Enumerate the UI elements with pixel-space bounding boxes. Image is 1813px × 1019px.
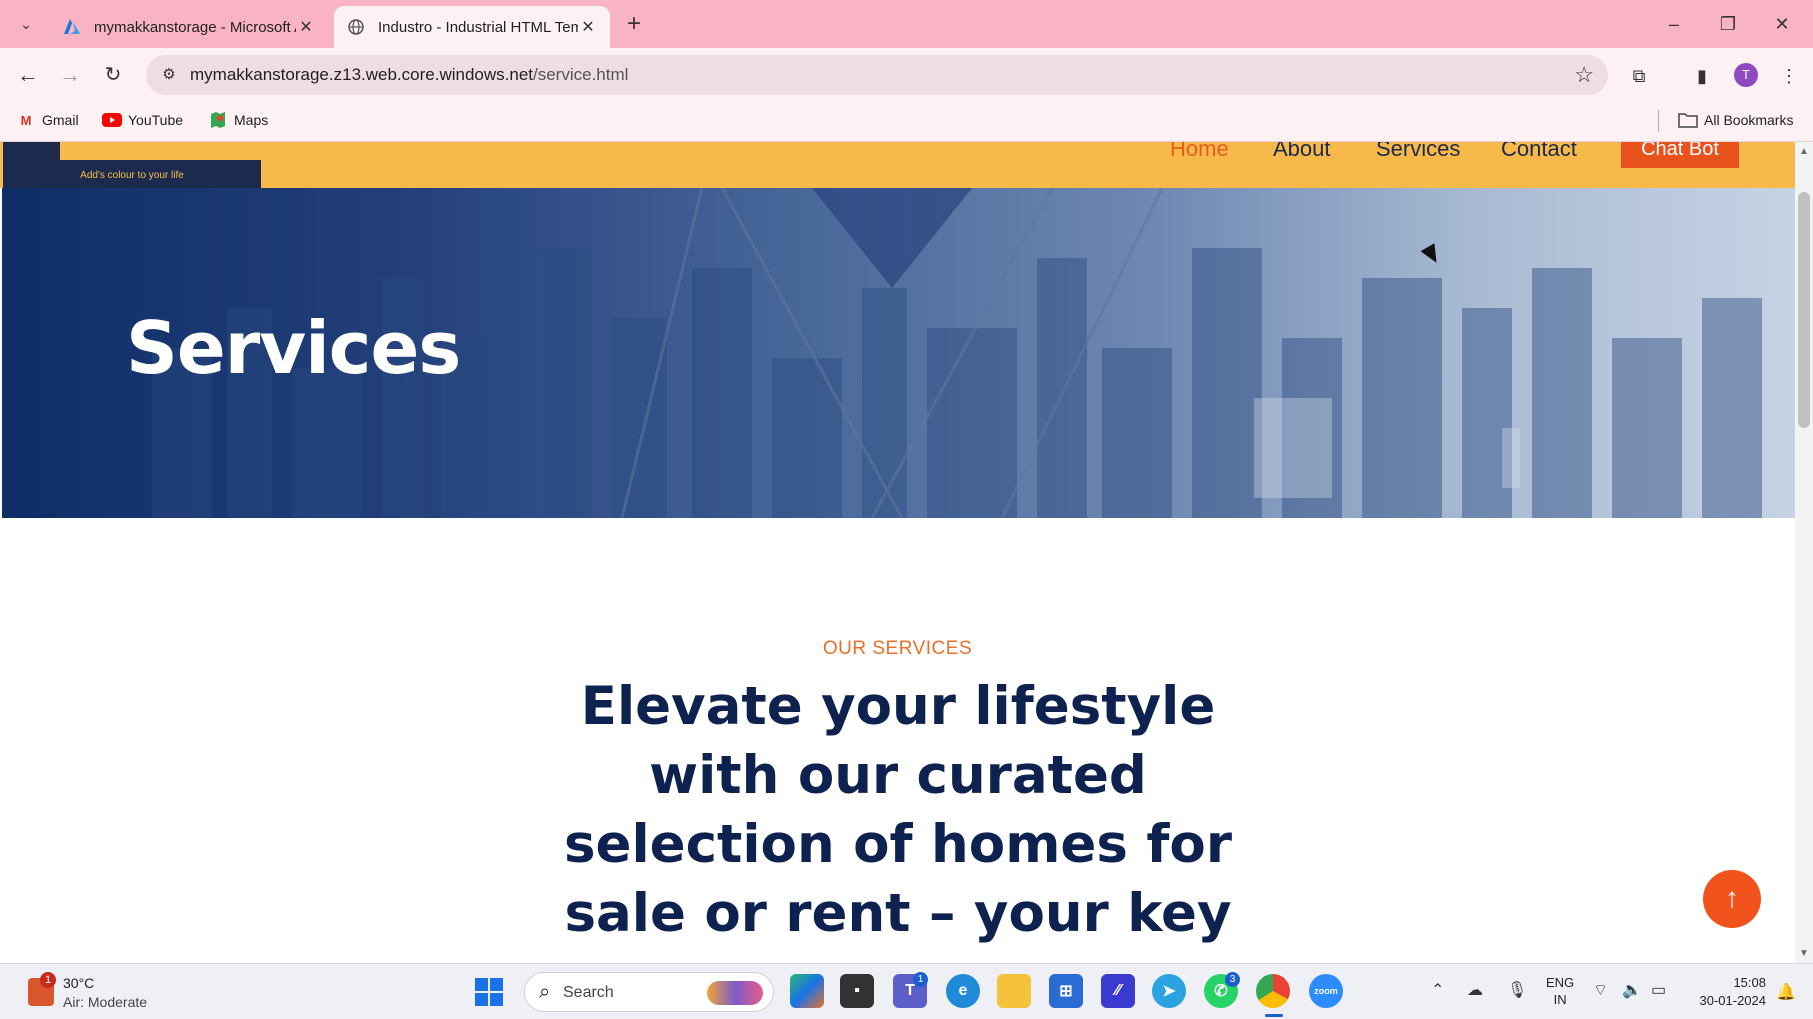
teams-badge: 1	[913, 972, 928, 987]
close-window-icon[interactable]: ✕	[1762, 10, 1802, 38]
scroll-up-icon[interactable]: ▲	[1799, 146, 1809, 157]
volume-icon[interactable]: 🔈	[1622, 980, 1642, 1000]
chrome-active-indicator	[1265, 1014, 1283, 1017]
zoom-icon[interactable]: zoom	[1309, 974, 1343, 1008]
bookmarks-bar: M Gmail YouTube Maps All Bookmarks	[0, 102, 1813, 142]
notification-bell-icon[interactable]: 🔔	[1776, 982, 1796, 1002]
all-bookmarks-label: All Bookmarks	[1704, 112, 1794, 128]
scroll-down-icon[interactable]: ▼	[1799, 948, 1809, 959]
microphone-icon[interactable]: 🎙	[1507, 980, 1527, 1000]
page-viewport[interactable]: Add's colour to your life Home About Ser…	[0, 142, 1795, 963]
microsoft-store-icon[interactable]: ⊞	[1049, 974, 1083, 1008]
close-tab-icon[interactable]: ✕	[578, 17, 598, 37]
chrome-icon[interactable]	[1256, 974, 1290, 1008]
wifi-icon[interactable]: ⌔	[1593, 980, 1608, 1000]
chat-bot-button[interactable]: Chat Bot	[1621, 142, 1739, 168]
bookmark-label: Gmail	[42, 112, 79, 128]
browser-tab-bar: ⌄ mymakkanstorage - Microsoft A ✕ Indust…	[0, 0, 1813, 48]
bookmark-label: YouTube	[128, 112, 184, 128]
search-label: Search	[563, 984, 614, 1001]
site-settings-icon[interactable]: ⚙	[158, 65, 180, 85]
windows-taskbar: 1 30°C Air: Moderate ⌕ Search ▪ T 1 e ⊞ …	[0, 963, 1813, 1019]
url-text[interactable]: mymakkanstorage.z13.web.core.windows.net…	[190, 65, 628, 85]
back-to-top-button[interactable]: ↑	[1703, 870, 1761, 928]
weather-description[interactable]: Air: Moderate	[63, 994, 147, 1010]
page-scrollbar[interactable]: ▲ ▼	[1795, 142, 1813, 963]
url-path: /service.html	[533, 65, 629, 84]
vscode-like-icon[interactable]: ⁄⁄	[1101, 974, 1135, 1008]
nav-home[interactable]: Home	[1170, 142, 1229, 162]
tab-industro[interactable]: Industro - Industrial HTML Tem ✕	[334, 6, 610, 48]
all-bookmarks[interactable]: All Bookmarks	[1678, 112, 1793, 128]
telegram-icon[interactable]: ➤	[1152, 974, 1186, 1008]
section-headline: Elevate your lifestyle with our curated …	[564, 676, 1232, 963]
site-header: Add's colour to your life Home About Ser…	[0, 142, 1795, 188]
menu-kebab-icon[interactable]: ⋮	[1775, 62, 1803, 90]
gmail-icon: M	[20, 112, 32, 128]
logo-top-strip	[60, 142, 261, 160]
search-highlight-icon	[707, 981, 763, 1005]
extensions-icon[interactable]: ⧉	[1625, 62, 1653, 90]
section-eyebrow: OUR SERVICES	[822, 638, 973, 659]
tab-title: Industro - Industrial HTML Tem	[378, 18, 578, 36]
system-clock[interactable]: 15:08 30-01-2024	[1686, 974, 1767, 1010]
tab-search-chevron-icon[interactable]: ⌄	[10, 10, 42, 38]
browser-toolbar: ← → ↻ ⚙ mymakkanstorage.z13.web.core.win…	[0, 48, 1813, 102]
azure-icon	[62, 17, 82, 37]
nav-contact[interactable]: Contact	[1501, 142, 1577, 162]
side-panel-icon[interactable]: ▮	[1688, 62, 1716, 90]
maps-icon	[208, 112, 228, 128]
bookmark-youtube[interactable]: YouTube	[102, 112, 183, 128]
scroll-thumb[interactable]	[1798, 192, 1810, 428]
nav-services[interactable]: Services	[1376, 142, 1460, 162]
forward-arrow-icon[interactable]: →	[54, 60, 86, 90]
back-arrow-icon[interactable]: ←	[12, 60, 44, 90]
bookmark-label: Maps	[234, 112, 269, 128]
folder-icon	[1678, 112, 1698, 128]
file-explorer-icon[interactable]	[997, 974, 1031, 1008]
windows-start-icon[interactable]	[475, 978, 503, 1006]
tab-title: mymakkanstorage - Microsoft A	[94, 18, 296, 36]
hero-banner: Services	[2, 188, 1795, 518]
arrow-up-icon: ↑	[1725, 882, 1739, 913]
hero-title: Services	[126, 306, 461, 390]
logo-tagline: Add's colour to your life	[80, 170, 184, 181]
tab-mymakkanstorage[interactable]: mymakkanstorage - Microsoft A ✕	[50, 6, 328, 48]
nav-about[interactable]: About	[1273, 142, 1331, 162]
youtube-icon	[102, 112, 122, 128]
taskbar-search[interactable]: ⌕ Search	[524, 972, 774, 1012]
search-icon: ⌕	[539, 981, 551, 1003]
reload-icon[interactable]: ↻	[97, 60, 129, 90]
new-tab-plus-icon[interactable]: +	[620, 12, 648, 38]
copilot-icon[interactable]	[790, 974, 824, 1008]
bookmark-maps[interactable]: Maps	[208, 112, 268, 128]
battery-icon[interactable]: ▭	[1651, 980, 1666, 1000]
clock-date: 30-01-2024	[1699, 993, 1767, 1008]
region-code: IN	[1553, 992, 1567, 1007]
restore-icon[interactable]: ❐	[1708, 10, 1748, 38]
whatsapp-badge: 3	[1225, 972, 1240, 987]
clock-time: 15:08	[1733, 975, 1766, 990]
input-language[interactable]: ENG IN	[1546, 974, 1574, 1008]
profile-avatar[interactable]: T	[1734, 63, 1758, 87]
logo-mark	[6, 142, 60, 160]
minimize-icon[interactable]: –	[1654, 10, 1694, 38]
bookmark-gmail[interactable]: M Gmail	[16, 112, 79, 128]
close-tab-icon[interactable]: ✕	[296, 17, 316, 37]
bookmarks-divider	[1658, 110, 1659, 132]
weather-temperature[interactable]: 30°C	[63, 975, 94, 991]
weather-badge: 1	[40, 972, 56, 988]
tray-overflow-chevron-icon[interactable]: ⌃	[1431, 980, 1444, 1000]
language-code: ENG	[1546, 975, 1575, 990]
onedrive-cloud-icon[interactable]: ☁	[1467, 980, 1483, 1000]
bookmark-star-icon[interactable]: ☆	[1574, 62, 1594, 88]
address-bar[interactable]: ⚙ mymakkanstorage.z13.web.core.windows.n…	[146, 55, 1608, 95]
globe-icon	[346, 17, 366, 37]
terminal-icon[interactable]: ▪	[840, 974, 874, 1008]
url-host: mymakkanstorage.z13.web.core.windows.net	[190, 65, 533, 84]
edge-icon[interactable]: e	[946, 974, 980, 1008]
